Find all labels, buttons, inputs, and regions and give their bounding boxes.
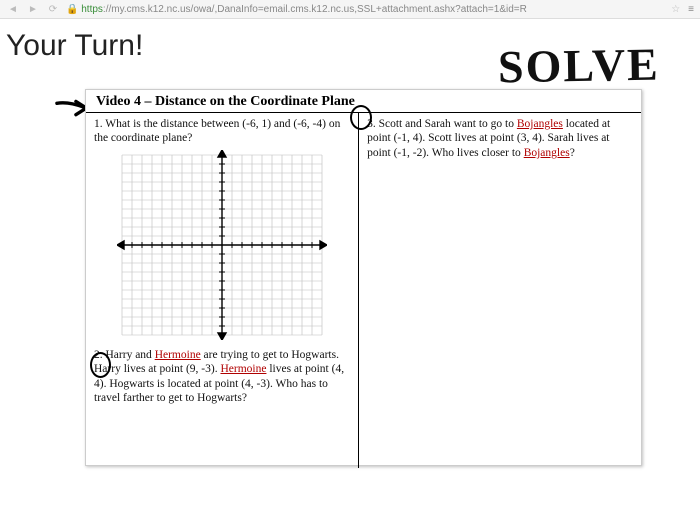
worksheet-left-column: 1. What is the distance between (-6, 1) … (86, 113, 359, 468)
menu-icon[interactable]: ≡ (688, 4, 694, 15)
q2-underline-1: Hermoine (155, 349, 201, 361)
question-3: 3. Scott and Sarah want to go to Bojangl… (367, 117, 633, 160)
q3-text-a: Scott and Sarah want to go to (379, 118, 517, 130)
reload-button[interactable]: ⟳ (46, 2, 60, 16)
url-host: ://my.cms.k12.nc.us (103, 4, 191, 15)
page-title: Your Turn! (6, 29, 143, 63)
circle-annotation-q2 (90, 352, 111, 378)
question-2: 2. Harry and Hermoine are trying to get … (94, 348, 350, 406)
circle-annotation-q3 (350, 105, 372, 130)
forward-button[interactable]: ► (26, 2, 40, 16)
worksheet: Video 4 – Distance on the Coordinate Pla… (85, 89, 642, 466)
coordinate-plane (117, 150, 327, 340)
url-scheme: https (81, 4, 103, 15)
url-path: /owa/,DanaInfo=email.cms.k12.nc.us,SSL+a… (191, 4, 527, 15)
q2-underline-2: Hermoine (220, 363, 266, 375)
worksheet-right-column: 3. Scott and Sarah want to go to Bojangl… (359, 113, 641, 468)
q2-text-a: Harry and (106, 349, 155, 361)
browser-chrome: ◄ ► ⟳ 🔒 https://my.cms.k12.nc.us/owa/,Da… (0, 0, 700, 19)
q1-number: 1. (94, 118, 103, 130)
handwritten-annotation: SOLVE (498, 38, 661, 94)
page-body: Your Turn! SOLVE Video 4 – Distance on t… (0, 19, 700, 525)
q1-text: What is the distance between (-6, 1) and… (94, 118, 340, 144)
question-1: 1. What is the distance between (-6, 1) … (94, 117, 350, 146)
lock-icon: 🔒 (66, 4, 78, 15)
q3-underline-1: Bojangles (517, 118, 563, 130)
q3-underline-2: Bojangles (524, 147, 570, 159)
q3-text-c: ? (570, 147, 575, 159)
address-bar[interactable]: 🔒 https://my.cms.k12.nc.us/owa/,DanaInfo… (66, 4, 665, 15)
bookmark-star-icon[interactable]: ☆ (671, 4, 680, 15)
back-button[interactable]: ◄ (6, 2, 20, 16)
